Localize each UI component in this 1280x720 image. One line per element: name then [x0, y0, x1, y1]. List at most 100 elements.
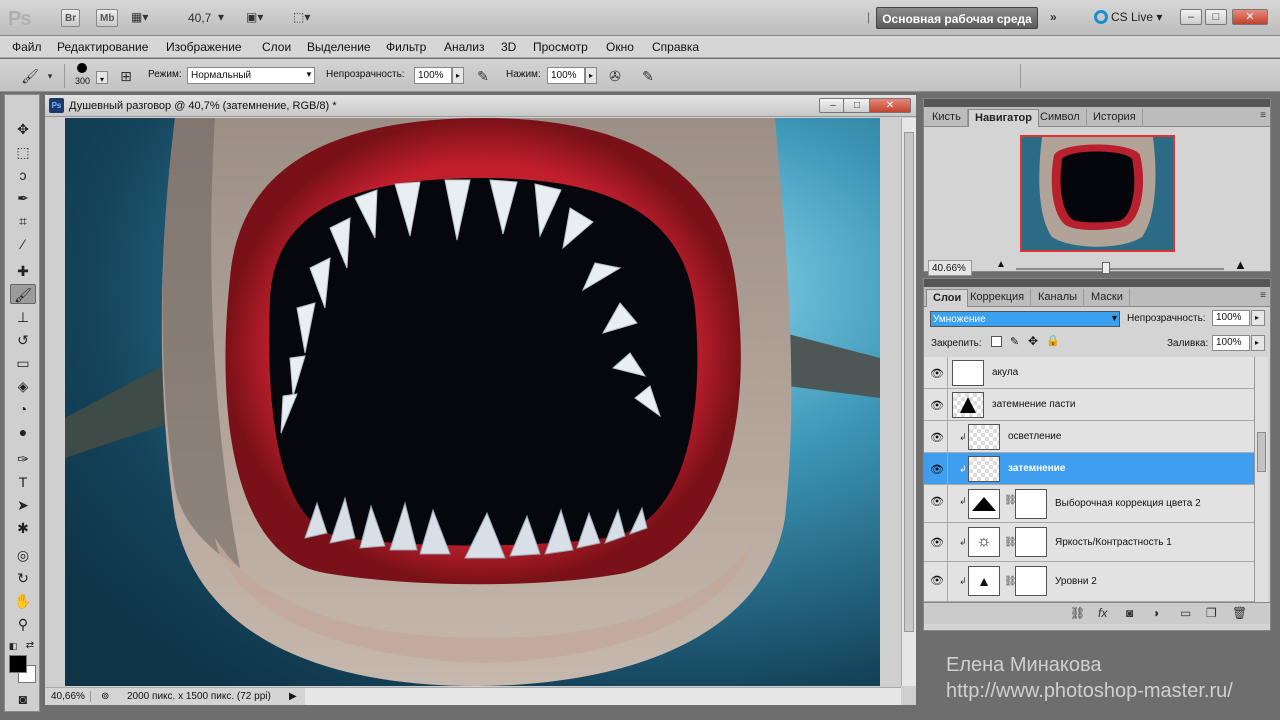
preset-dropdown-icon[interactable]: ▾	[40, 66, 60, 86]
burn-tool-icon[interactable]: ●	[10, 422, 36, 442]
zoom-tool-icon[interactable]: ⚲	[10, 614, 36, 634]
zoom-dropdown-icon[interactable]: ▾	[218, 10, 224, 24]
opacity-field[interactable]: 100%	[414, 67, 452, 84]
layers-scrollbar[interactable]	[1254, 357, 1268, 602]
tab-adjustments[interactable]: Коррекция	[964, 289, 1032, 307]
mini-bridge-button[interactable]: Mb	[96, 9, 119, 27]
mode-select[interactable]: Нормальный	[187, 67, 315, 84]
lasso-tool-icon[interactable]: ↄ	[10, 165, 36, 185]
layer-row-selected[interactable]: 👁 ↲ затемнение	[924, 453, 1254, 485]
brush-panel-icon[interactable]: ⊞	[116, 66, 136, 86]
navigator-zoom-knob[interactable]	[1102, 262, 1110, 274]
layer-opacity-arrow[interactable]: ▸	[1251, 310, 1265, 326]
menu-filter[interactable]: Фильтр	[386, 40, 426, 54]
minimize-button[interactable]: –	[1180, 9, 1202, 25]
vertical-scrollbar[interactable]	[901, 118, 916, 686]
menu-image[interactable]: Изображение	[166, 40, 242, 54]
layer-style-icon[interactable]: fx	[1098, 606, 1107, 620]
brush-tip-icon[interactable]	[77, 63, 87, 73]
brush-tool-preset-icon[interactable]: 🖌	[20, 66, 40, 86]
status-menu-arrow-icon[interactable]: ▶	[289, 691, 297, 702]
tab-navigator[interactable]: Навигатор	[968, 109, 1039, 127]
pressure-slider-arrow[interactable]: ▸	[585, 67, 597, 84]
layers-panel-menu-icon[interactable]: ≡	[1260, 290, 1266, 301]
hand-tool-icon[interactable]: ✋	[10, 591, 36, 611]
swap-colors-icon[interactable]: ⇄	[23, 636, 37, 656]
navigator-thumbnail[interactable]	[1020, 135, 1175, 252]
tab-character[interactable]: Символ	[1034, 109, 1087, 127]
new-adjustment-icon[interactable]: ◑	[1152, 606, 1159, 620]
vertical-scroll-thumb[interactable]	[904, 132, 914, 632]
visibility-toggle[interactable]: 👁	[924, 421, 948, 453]
visibility-toggle[interactable]: 👁	[924, 357, 948, 389]
view-extras-icon[interactable]: ▦▾	[131, 10, 148, 24]
zoom-out-icon[interactable]: ▲	[996, 259, 1006, 270]
history-brush-tool-icon[interactable]: ↺	[10, 330, 36, 350]
path-selection-tool-icon[interactable]: ➤	[10, 495, 36, 515]
lock-position-icon[interactable]: ✥	[1028, 334, 1038, 348]
3d-orbit-tool-icon[interactable]: ↻	[10, 568, 36, 588]
menu-analysis[interactable]: Анализ	[444, 40, 485, 54]
visibility-toggle[interactable]: 👁	[924, 453, 948, 485]
tablet-size-icon[interactable]: ✎	[638, 66, 658, 86]
move-tool-icon[interactable]: ✥	[10, 119, 36, 139]
lock-pixels-icon[interactable]: ✎	[1010, 335, 1019, 348]
foreground-color-swatch[interactable]	[9, 655, 27, 673]
menu-edit[interactable]: Редактирование	[57, 40, 148, 54]
clone-stamp-tool-icon[interactable]: ⊥	[10, 307, 36, 327]
pen-tool-icon[interactable]: ✑	[10, 449, 36, 469]
close-button[interactable]: ✕	[1232, 9, 1268, 25]
layers-scroll-thumb[interactable]	[1257, 432, 1266, 472]
cs-live-button[interactable]: CS Live ▾	[1094, 10, 1162, 24]
navigator-zoom-field[interactable]: 40.66%	[928, 260, 972, 276]
workspace-button[interactable]: Основная рабочая среда	[876, 7, 1038, 29]
more-workspaces-icon[interactable]: »	[1050, 10, 1057, 24]
tablet-opacity-icon[interactable]: ✎	[473, 66, 493, 86]
opacity-slider-arrow[interactable]: ▸	[452, 67, 464, 84]
lock-transparency-icon[interactable]	[991, 336, 1002, 347]
visibility-toggle[interactable]: 👁	[924, 523, 948, 562]
visibility-toggle[interactable]: 👁	[924, 389, 948, 421]
navigator-panel-menu-icon[interactable]: ≡	[1260, 110, 1266, 121]
arrange-documents-icon[interactable]: ▣▾	[246, 10, 263, 24]
layer-row[interactable]: 👁 ↲ осветление	[924, 421, 1254, 453]
menu-window[interactable]: Окно	[606, 40, 634, 54]
status-options-icon[interactable]: ⊚	[101, 691, 109, 702]
menu-select[interactable]: Выделение	[307, 40, 371, 54]
menu-3d[interactable]: 3D	[501, 40, 516, 54]
type-tool-icon[interactable]: T	[10, 472, 36, 492]
add-mask-icon[interactable]: ◙	[1126, 606, 1133, 620]
link-layers-icon[interactable]: ⛓	[1070, 606, 1085, 620]
screen-mode-icon[interactable]: ⬚▾	[293, 10, 310, 24]
lock-all-icon[interactable]: 🔒	[1046, 334, 1060, 347]
mode-dropdown-icon[interactable]: ▼	[305, 70, 313, 79]
delete-layer-icon[interactable]: 🗑	[1232, 606, 1247, 620]
layer-row[interactable]: 👁 акула	[924, 357, 1254, 389]
fill-field[interactable]: 100%	[1212, 335, 1250, 351]
quick-mask-icon[interactable]: ◙	[10, 689, 36, 709]
shape-tool-icon[interactable]: ✱	[10, 518, 36, 538]
visibility-toggle[interactable]: 👁	[924, 485, 948, 523]
document-close-button[interactable]: ✕	[869, 98, 911, 113]
default-colors-icon[interactable]: ◧	[6, 636, 20, 656]
dodge-tool-icon[interactable]: ◔	[10, 399, 36, 419]
tab-layers[interactable]: Слои	[926, 289, 969, 307]
brush-tool-icon[interactable]: 🖌	[10, 284, 36, 304]
menu-help[interactable]: Справка	[652, 40, 699, 54]
marquee-tool-icon[interactable]: ⬚	[10, 142, 36, 162]
tab-history[interactable]: История	[1087, 109, 1143, 127]
eraser-tool-icon[interactable]: ▭	[10, 353, 36, 373]
new-group-icon[interactable]: ▭	[1180, 606, 1191, 620]
layer-row[interactable]: 👁 затемнение пасти	[924, 389, 1254, 421]
zoom-level-field[interactable]: 40,7	[188, 11, 211, 25]
layer-row[interactable]: 👁 ↲ ☼ ⛓ Яркость/Контрастность 1	[924, 523, 1254, 562]
document-title-bar[interactable]: Ps Душевный разговор @ 40,7% (затемнение…	[45, 95, 916, 117]
healing-brush-tool-icon[interactable]: ✚	[10, 261, 36, 281]
visibility-toggle[interactable]: 👁	[924, 562, 948, 602]
blend-mode-dropdown-icon[interactable]: ▼	[1110, 313, 1119, 323]
navigator-zoom-slider[interactable]	[1016, 268, 1224, 270]
layer-opacity-field[interactable]: 100%	[1212, 310, 1250, 326]
new-layer-icon[interactable]: ❐	[1206, 606, 1217, 620]
3d-rotate-tool-icon[interactable]: ◎	[10, 545, 36, 565]
menu-file[interactable]: Файл	[12, 40, 42, 54]
